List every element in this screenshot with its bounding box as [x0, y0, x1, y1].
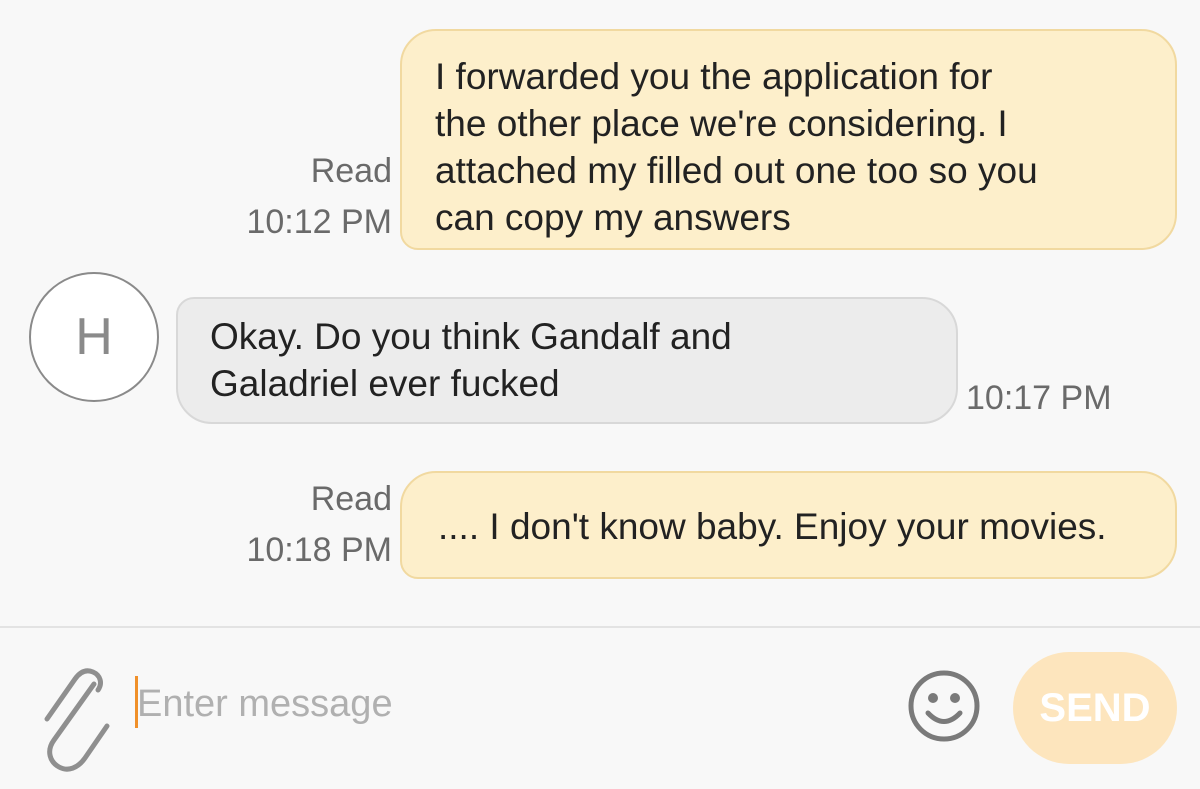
message-text: .... I don't know baby. Enjoy your movie… — [438, 506, 1107, 547]
message-composer: SEND — [0, 628, 1200, 789]
paperclip-icon[interactable] — [38, 668, 114, 778]
message-text: Okay. Do you think Gandalf and Galadriel… — [210, 316, 732, 404]
message-input-wrapper — [134, 676, 874, 736]
message-timestamp: 10:17 PM — [966, 379, 1112, 417]
read-status: Read — [310, 152, 392, 190]
read-status: Read — [310, 480, 392, 518]
avatar-initial: H — [75, 308, 113, 366]
message-meta: Read 10:12 PM — [192, 146, 392, 248]
send-button[interactable]: SEND — [1013, 652, 1177, 764]
message-text: I forwarded you the application for the … — [435, 56, 1038, 238]
conversation-thread: Read 10:12 PM I forwarded you the applic… — [0, 0, 1200, 626]
message-meta: Read 10:18 PM — [192, 474, 392, 576]
sent-message-bubble[interactable]: .... I don't know baby. Enjoy your movie… — [400, 471, 1177, 579]
message-timestamp: 10:12 PM — [246, 203, 392, 241]
message-timestamp: 10:18 PM — [246, 531, 392, 569]
received-message-bubble[interactable]: Okay. Do you think Gandalf and Galadriel… — [176, 297, 958, 424]
message-input[interactable] — [134, 676, 874, 732]
smiley-icon[interactable] — [906, 668, 982, 744]
text-cursor — [135, 676, 138, 728]
contact-avatar[interactable]: H — [29, 272, 159, 402]
sent-message-bubble[interactable]: I forwarded you the application for the … — [400, 29, 1177, 250]
